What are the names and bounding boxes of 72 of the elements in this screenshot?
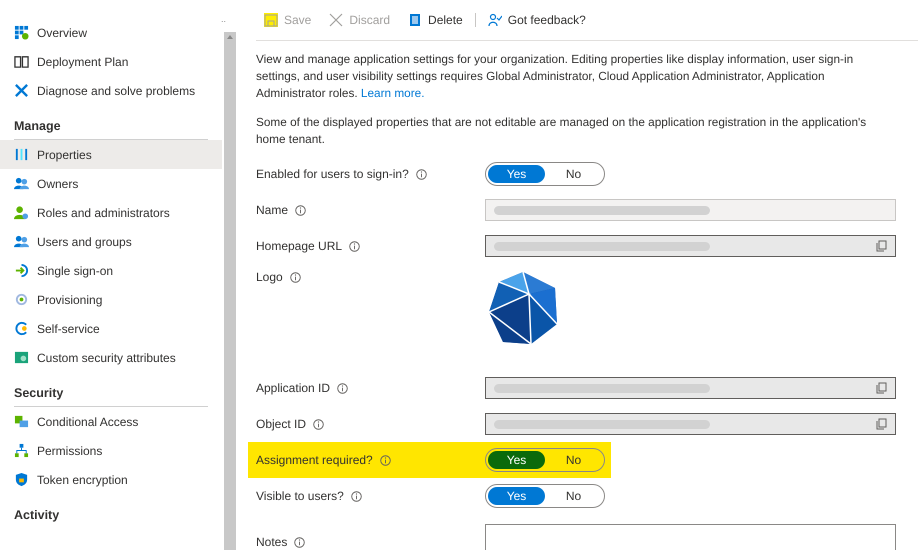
sidebar-item[interactable]: Owners [0,169,222,198]
sidebar-item[interactable]: Single sign-on [0,256,222,285]
menu-icon [14,25,29,40]
menu-icon [14,414,29,429]
field-label: Application ID [256,381,330,395]
section-title: Manage [13,118,62,135]
sidebar-item[interactable]: Diagnose and solve problems [0,76,222,105]
sidebar-item[interactable]: Overview [0,18,222,47]
toolbar-button[interactable]: Got feedback? [488,13,586,27]
toggle-option[interactable]: No [545,451,602,469]
field-label: Homepage URL [256,239,342,253]
info-icon[interactable] [294,536,306,548]
field-label: Object ID [256,417,306,431]
menu-icon [14,292,29,307]
field-label: Assignment required? [256,453,373,467]
yes-no-toggle[interactable]: Yes No [485,162,605,186]
menu-icon [14,176,29,191]
collapse-handle[interactable]: .. [220,14,226,24]
field-label: Logo [256,270,283,284]
menu-icon [14,147,29,162]
sidebar-item[interactable]: Users and groups [0,227,222,256]
sidebar-item[interactable]: Self-service [0,314,222,343]
menu-icon [14,472,29,487]
toggle-option[interactable]: No [545,165,602,183]
toggle-option[interactable]: Yes [488,451,545,469]
input-field[interactable] [485,199,896,221]
learn-more-link[interactable]: Learn more. [360,86,425,100]
menu-icon [14,350,29,365]
info-icon[interactable] [313,418,324,430]
menu-icon [14,263,29,278]
toggle-option[interactable]: Yes [488,487,545,505]
sidebar-item[interactable]: Roles and administrators [0,198,222,227]
section-title: Activity [13,507,60,524]
menu-icon [14,443,29,458]
menu-icon [14,83,29,98]
section-title: Security [13,385,64,402]
info-icon[interactable] [416,168,427,180]
yes-no-toggle[interactable]: Yes No [485,448,605,472]
sidebar-item[interactable]: Properties [0,140,222,169]
field-label: Notes [256,535,288,549]
toggle-option[interactable]: No [545,487,602,505]
menu-icon [14,321,29,336]
sidebar-item[interactable]: Token encryption [0,465,222,494]
toolbar-button[interactable]: Delete [408,13,463,27]
sidebar-item[interactable]: Permissions [0,436,222,465]
menu-icon [14,205,29,220]
copy-icon[interactable] [876,382,887,394]
input-field[interactable] [485,235,896,257]
description-text: Some of the displayed properties that are not editable are managed on the application registration in the application's home tenant. [256,114,868,148]
copy-icon[interactable] [876,418,887,430]
field-label: Enabled for users to sign-in? [256,167,409,181]
scrollbar[interactable] [224,32,236,550]
menu-icon [14,54,29,69]
menu-icon [14,234,29,249]
sidebar-item[interactable]: Custom security attributes [0,343,222,372]
copy-icon[interactable] [876,240,887,252]
toggle-option[interactable]: Yes [488,165,545,183]
field-label: Name [256,203,288,217]
input-field[interactable] [485,413,896,435]
info-icon[interactable] [350,490,362,502]
input-field[interactable] [485,377,896,399]
sidebar-item[interactable]: Provisioning [0,285,222,314]
info-icon[interactable] [380,454,391,466]
sidebar-item[interactable]: Deployment Plan [0,47,222,76]
yes-no-toggle[interactable]: Yes No [485,484,605,508]
sidebar-item[interactable]: Conditional Access [0,407,222,436]
description-text: View and manage application settings for your organization. Editing properties like display information, user sign-in settings, and user visibility settings requires Global Administrator, Cloud Application Administrator, Application Administrator roles. Learn more. [256,51,854,102]
info-icon[interactable] [349,240,360,252]
info-icon[interactable] [290,272,301,282]
info-icon[interactable] [337,382,348,394]
info-icon[interactable] [295,204,306,216]
field-label: Visible to users? [256,489,344,503]
